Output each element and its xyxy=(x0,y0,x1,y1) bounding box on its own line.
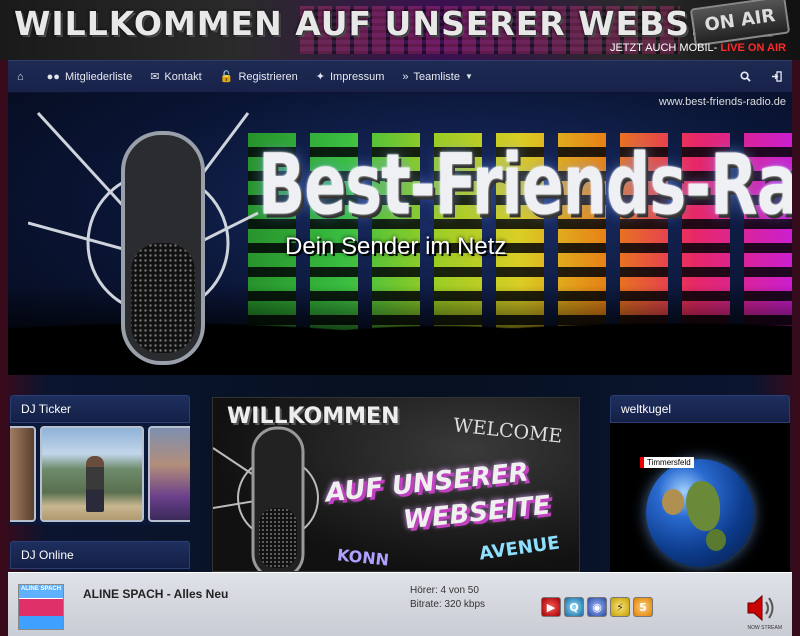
nav-label: Registrieren xyxy=(238,70,298,83)
home-icon: ⌂ xyxy=(17,70,24,83)
nav-label: Teamliste xyxy=(413,70,460,83)
welcome-bottom-right: AVENUE xyxy=(477,532,561,565)
html5-icon: 5 xyxy=(639,600,647,614)
play-icon: ▶ xyxy=(546,600,556,614)
site-title: WILLKOMMEN AUF UNSERER WEBSEITE xyxy=(14,4,774,43)
person-figure xyxy=(86,456,104,512)
album-cover: ALINE SPACH xyxy=(18,584,64,630)
wrench-icon: ✦ xyxy=(315,71,325,83)
nav-login-button[interactable] xyxy=(761,60,792,93)
cover-label: ALINE SPACH xyxy=(20,586,62,592)
users-icon: ●● xyxy=(46,70,60,83)
winamp-icon: ⚡ xyxy=(616,600,624,614)
banner-url: www.best-friends-radio.de xyxy=(658,96,786,108)
continent xyxy=(662,489,684,515)
volume-label: NOW STREAM xyxy=(747,625,782,631)
nav-home[interactable]: ⌂ xyxy=(8,60,38,93)
nav-mitgliederliste[interactable]: ●● Mitgliederliste xyxy=(38,60,142,93)
envelope-icon: ✉ xyxy=(150,71,160,83)
nav-label: Mitgliederliste xyxy=(64,70,133,83)
bitrate: Bitrate: 320 kbps xyxy=(410,599,486,610)
banner-subtitle: Dein Sender im Netz xyxy=(285,233,507,260)
tagline-prefix: JETZT AUCH MOBIL- xyxy=(609,42,718,54)
welcome-image: WILLKOMMEN WELCOME AUF UNSERER WEBSEITE … xyxy=(212,397,580,572)
double-chevron-right-icon: » xyxy=(402,70,409,83)
quicktime-icon: Q xyxy=(569,600,579,614)
nav-search-button[interactable] xyxy=(730,60,761,93)
volume-icon[interactable] xyxy=(744,591,778,625)
media-player-icon: ◉ xyxy=(592,600,602,614)
now-playing-track: ALINE SPACH - Alles Neu xyxy=(83,587,229,601)
nav-right-group xyxy=(730,60,792,93)
nav-registrieren[interactable]: 🔓 Registrieren xyxy=(211,60,307,93)
welcome-title: WILLKOMMEN xyxy=(227,404,400,429)
tagline-live: LIVE ON AIR xyxy=(720,42,786,54)
html5-player-button[interactable]: 5 xyxy=(633,597,653,617)
search-icon xyxy=(740,71,751,82)
dj-photo[interactable] xyxy=(148,426,190,522)
listener-count: Hörer: 4 von 50 xyxy=(410,585,479,596)
caret-down-icon: ▼ xyxy=(464,72,473,81)
player-app-button[interactable]: Q xyxy=(564,597,584,617)
welcome-english: WELCOME xyxy=(452,414,564,448)
nav-teamliste[interactable]: » Teamliste ▼ xyxy=(393,60,482,93)
unlock-icon: 🔓 xyxy=(219,71,234,83)
main-navbar: ⌂ ●● Mitgliederliste ✉ Kontakt 🔓 Registr… xyxy=(8,60,792,93)
radio-player-bar: ALINE SPACH ALINE SPACH - Alles Neu Höre… xyxy=(8,572,792,636)
dj-ticker-header: DJ Ticker xyxy=(10,395,190,423)
globe-graphic xyxy=(646,459,754,567)
continent xyxy=(706,529,726,551)
dj-ticker-carousel[interactable] xyxy=(10,423,190,525)
banner-title: Best-Friends-Radio xyxy=(258,135,792,234)
dj-online-header: DJ Online xyxy=(10,541,190,569)
weltkugel-header: weltkugel xyxy=(610,395,790,423)
welcome-bottom-left: KONN xyxy=(336,545,390,570)
page: WILLKOMMEN AUF UNSERER WEBSEITE ON AIR J… xyxy=(0,0,800,636)
player-app-button[interactable]: ⚡ xyxy=(610,597,630,617)
player-app-button[interactable]: ◉ xyxy=(587,597,607,617)
site-header: WILLKOMMEN AUF UNSERER WEBSEITE ON AIR J… xyxy=(0,0,800,60)
nav-kontakt[interactable]: ✉ Kontakt xyxy=(141,60,211,93)
sign-in-icon xyxy=(771,71,782,82)
dj-photo[interactable] xyxy=(10,426,36,522)
weltkugel-widget[interactable]: Timmersfeld xyxy=(610,423,790,573)
on-air-badge: ON AIR xyxy=(689,0,791,47)
dj-photo[interactable] xyxy=(40,426,144,522)
header-tagline: JETZT AUCH MOBIL- LIVE ON AIR xyxy=(610,42,786,54)
nav-label: Kontakt xyxy=(164,70,202,83)
microphone-graphic xyxy=(28,111,259,365)
nav-impressum[interactable]: ✦ Impressum xyxy=(307,60,394,93)
nav-label: Impressum xyxy=(329,70,385,83)
hero-banner: www.best-friends-radio.de Best-Friends-R… xyxy=(8,93,792,375)
play-stream-button[interactable]: ▶ xyxy=(541,597,561,617)
location-marker[interactable]: Timmersfeld xyxy=(640,457,694,468)
microphone-graphic xyxy=(213,426,319,571)
continent xyxy=(686,481,720,531)
